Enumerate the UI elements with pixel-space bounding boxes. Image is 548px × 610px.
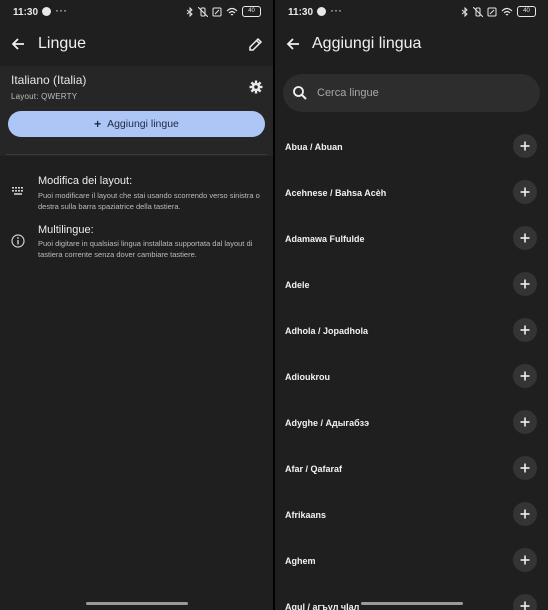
language-name: Afrikaans	[285, 510, 327, 520]
add-language-button[interactable]	[513, 594, 537, 610]
language-name: Acehnese / Bahsa Acèh	[285, 188, 387, 198]
installed-language-item[interactable]: Italiano (Italia) Layout: QWERTY + Aggiu…	[0, 66, 273, 156]
status-time: 11:30	[288, 7, 314, 18]
gear-icon[interactable]	[249, 80, 263, 94]
language-list-item[interactable]: Adyghe / Адыгабзэ	[275, 400, 548, 446]
status-time: 11:30	[13, 7, 39, 18]
plus-icon	[520, 325, 530, 335]
app-bar: Aggiungi lingua	[275, 26, 548, 64]
keyboard-icon	[12, 187, 23, 195]
plus-icon	[520, 463, 530, 473]
language-name: Abua / Abuan	[285, 142, 343, 152]
add-language-button[interactable]	[513, 318, 537, 342]
add-language-button[interactable]	[513, 180, 537, 204]
language-list-item[interactable]: Adhola / Jopadhola	[275, 308, 548, 354]
plus-icon	[520, 371, 530, 381]
plus-icon: +	[94, 117, 102, 131]
add-languages-button[interactable]: + Aggiungi lingue	[8, 111, 265, 137]
add-language-button[interactable]	[513, 134, 537, 158]
more-notifications-icon: ···	[55, 3, 67, 17]
search-icon	[293, 86, 307, 100]
info-description: Puoi digitare in qualsiasi lingua instal…	[38, 239, 253, 259]
add-language-button[interactable]	[513, 410, 537, 434]
plus-icon	[520, 233, 530, 243]
plus-icon	[520, 601, 530, 610]
status-bar: 11:30 ··· 40	[0, 0, 273, 24]
plus-icon	[520, 279, 530, 289]
language-name: Italiano (Italia)	[11, 73, 87, 87]
bluetooth-icon	[461, 6, 468, 17]
language-name: Adamawa Fulfulde	[285, 234, 365, 244]
language-name: Adyghe / Адыгабзэ	[285, 418, 370, 428]
add-language-button[interactable]	[513, 502, 537, 526]
divider	[6, 154, 267, 155]
vibrate-off-icon	[473, 6, 483, 17]
vibrate-off-icon	[198, 6, 208, 17]
system-icons: 40	[186, 6, 261, 17]
language-layout: Layout: QWERTY	[11, 92, 78, 101]
language-list-item[interactable]: Afar / Qafaraf	[275, 446, 548, 492]
page-title: Aggiungi lingua	[312, 35, 422, 52]
plus-icon	[520, 417, 530, 427]
add-language-button[interactable]	[513, 456, 537, 480]
back-arrow-icon[interactable]	[10, 36, 26, 52]
add-language-button[interactable]	[513, 226, 537, 250]
app-bar: Lingue	[0, 26, 273, 64]
battery-icon: 40	[517, 6, 536, 17]
sim-icon	[212, 7, 222, 16]
wifi-icon	[226, 7, 238, 15]
info-icon	[11, 234, 25, 248]
wifi-icon	[501, 7, 513, 15]
page-title: Lingue	[38, 35, 87, 52]
status-bar: 11:30 ··· 40	[275, 0, 548, 24]
language-list-item[interactable]: Adamawa Fulfulde	[275, 216, 548, 262]
language-list-item[interactable]: Agul / агъул чIал	[275, 584, 548, 610]
gesture-nav-bar[interactable]	[360, 602, 463, 605]
plus-icon	[520, 187, 530, 197]
info-title: Multilingue:	[38, 224, 94, 236]
language-list-item[interactable]: Adioukrou	[275, 354, 548, 400]
info-title: Modifica dei layout:	[38, 175, 133, 187]
telegram-icon	[317, 7, 326, 16]
plus-icon	[520, 141, 530, 151]
sim-icon	[487, 7, 497, 16]
search-placeholder: Cerca lingue	[317, 87, 379, 99]
plus-icon	[520, 555, 530, 565]
battery-icon: 40	[242, 6, 261, 17]
plus-icon	[520, 509, 530, 519]
language-name: Adele	[285, 280, 310, 290]
edit-icon[interactable]	[248, 37, 263, 52]
add-language-button[interactable]	[513, 548, 537, 572]
language-name: Agul / агъул чIал	[285, 602, 360, 610]
language-list-item[interactable]: Adele	[275, 262, 548, 308]
add-language-button[interactable]	[513, 364, 537, 388]
language-name: Adhola / Jopadhola	[285, 326, 369, 336]
language-name: Adioukrou	[285, 372, 330, 382]
languages-screen: 11:30 ··· 40 Lingue Italiano (Italia) La…	[0, 0, 273, 610]
more-notifications-icon: ···	[330, 3, 342, 17]
search-input[interactable]: Cerca lingue	[283, 74, 540, 112]
language-list-item[interactable]: Abua / Abuan	[275, 124, 548, 170]
language-name: Aghem	[285, 556, 316, 566]
language-list-item[interactable]: Acehnese / Bahsa Acèh	[275, 170, 548, 216]
back-arrow-icon[interactable]	[285, 36, 301, 52]
system-icons: 40	[461, 6, 536, 17]
language-name: Afar / Qafaraf	[285, 464, 343, 474]
info-description: Puoi modificare il layout che stai usand…	[38, 191, 260, 211]
gesture-nav-bar[interactable]	[85, 602, 188, 605]
bluetooth-icon	[186, 6, 193, 17]
add-languages-label: Aggiungi lingue	[107, 118, 179, 130]
add-language-screen: 11:30 ··· 40 Aggiungi lingua Cerca lingu…	[275, 0, 548, 610]
language-list-item[interactable]: Aghem	[275, 538, 548, 584]
add-language-button[interactable]	[513, 272, 537, 296]
language-list-item[interactable]: Afrikaans	[275, 492, 548, 538]
telegram-icon	[42, 7, 51, 16]
